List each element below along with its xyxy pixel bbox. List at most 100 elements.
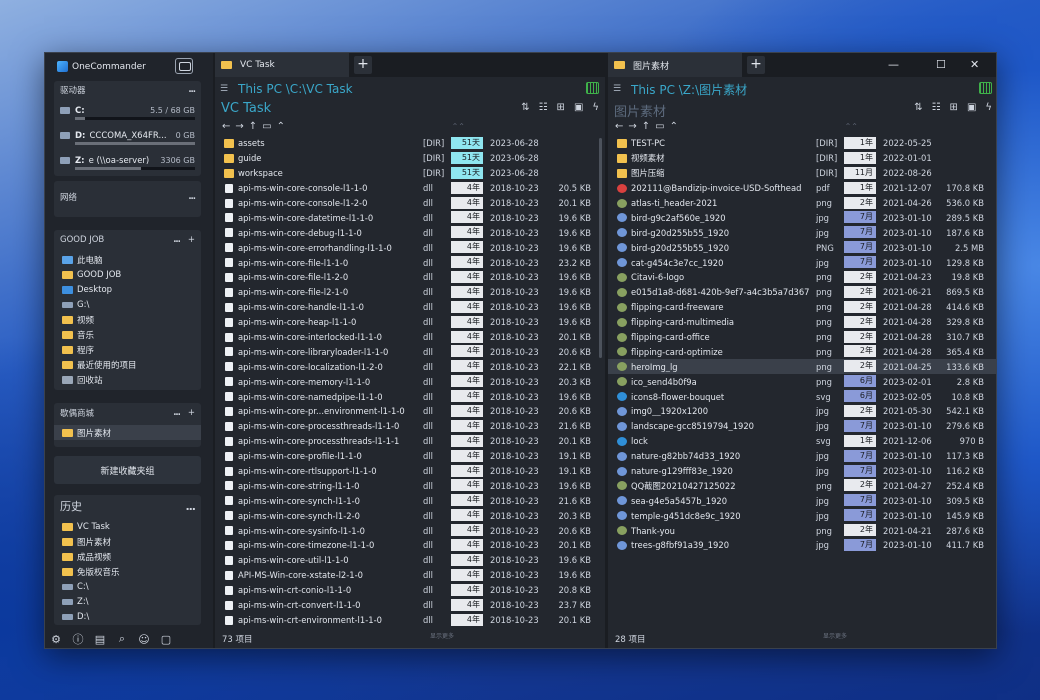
left-menu-icon[interactable]: ☰	[220, 84, 232, 94]
table-row[interactable]: guide [DIR] 51天 2023-06-28	[215, 151, 605, 166]
table-row[interactable]: lock svg 1年 2021-12-06 970 B	[608, 434, 996, 449]
table-row[interactable]: assets [DIR] 51天 2023-06-28	[215, 136, 605, 151]
table-row[interactable]: api-ms-win-core-processthreads-l1-1-1 dll…	[215, 434, 605, 449]
left-tab[interactable]: VC Task	[215, 53, 349, 77]
list-item[interactable]: Desktop	[54, 282, 201, 297]
back-icon[interactable]: ←	[222, 121, 230, 132]
clipboard-icon[interactable]: ▣	[967, 102, 976, 113]
table-row[interactable]: api-ms-win-core-datetime-l1-1-0 dll 4年 2018…	[215, 210, 605, 225]
list-item[interactable]: 回收站	[54, 372, 201, 387]
table-row[interactable]: api-ms-win-core-synch-l1-2-0 dll 4年 2018-10…	[215, 508, 605, 523]
list-item[interactable]: 最近使用的项目	[54, 357, 201, 372]
new-item-icon[interactable]: ⊞	[557, 102, 565, 113]
table-row[interactable]: e015d1a8-d681-420b-9ef7-a4c3b5a7d367 png 2…	[608, 285, 996, 300]
clipboard-icon[interactable]: ▣	[574, 102, 583, 113]
table-row[interactable]: Citavi-6-logo png 2年 2021-04-23 19.8 KB	[608, 270, 996, 285]
table-row[interactable]: api-ms-win-core-string-l1-1-0 dll 4年 2018-1…	[215, 478, 605, 493]
right-new-tab-button[interactable]: +	[747, 56, 765, 74]
table-row[interactable]: TEST-PC [DIR] 1年 2022-05-25	[608, 136, 996, 151]
drive-item[interactable]: Z: e (\\oa-server) 3306 GB	[54, 148, 201, 173]
network-menu-button[interactable]: ...	[188, 192, 196, 202]
sort-icon[interactable]: ⇅	[521, 102, 529, 113]
table-row[interactable]: temple-g451dc8e9c_1920 jpg 7月 2023-01-10 145…	[608, 508, 996, 523]
chat-icon[interactable]: ▢	[160, 633, 172, 646]
table-row[interactable]: 202111@Bandizip-invoice-USD-Softhead pdf 1…	[608, 181, 996, 196]
table-row[interactable]: api-ms-win-core-pr...environment-l1-1-0 d…	[215, 404, 605, 419]
folder-nav-icon[interactable]: ▭	[655, 121, 664, 132]
table-row[interactable]: api-ms-win-core-rtlsupport-l1-1-0 dll 4年 20…	[215, 464, 605, 479]
table-row[interactable]: api-ms-win-core-interlocked-l1-1-0 dll 4年 2…	[215, 330, 605, 345]
up-icon[interactable]: ↑	[642, 121, 650, 132]
new-favorite-group-button[interactable]: 新建收藏夹组	[54, 456, 201, 484]
list-item[interactable]: 程序	[54, 342, 201, 357]
forward-icon[interactable]: →	[628, 121, 636, 132]
list-item[interactable]: Z:\	[54, 594, 201, 609]
drive-item[interactable]: C: 5.5 / 68 GB	[54, 98, 201, 123]
table-row[interactable]: api-ms-win-core-sysinfo-l1-1-0 dll 4年 2018-…	[215, 523, 605, 538]
table-row[interactable]: api-ms-win-crt-environment-l1-1-0 dll 4年 20…	[215, 613, 605, 628]
table-row[interactable]: 图片压缩 [DIR] 11月 2022-08-26	[608, 166, 996, 181]
table-row[interactable]: api-ms-win-core-namedpipe-l1-1-0 dll 4年 201…	[215, 389, 605, 404]
table-row[interactable]: trees-g8fbf91a39_1920 jpg 7月 2023-01-10 411.…	[608, 538, 996, 553]
sort-icon[interactable]: ⇅	[914, 102, 922, 113]
left-path[interactable]: This PC \C:\VC Task	[238, 82, 353, 96]
table-row[interactable]: api-ms-win-core-console-l1-1-0 dll 4年 2018-…	[215, 181, 605, 196]
list-item[interactable]: C:\	[54, 579, 201, 594]
table-row[interactable]: nature-g129fff83e_1920 jpg 7月 2023-01-10 116…	[608, 464, 996, 479]
list-item[interactable]: 图片素材	[54, 534, 201, 549]
left-address-bar[interactable]: ☰ This PC \C:\VC Task	[215, 79, 605, 99]
table-row[interactable]: api-ms-win-core-file-l1-2-0 dll 4年 2018-10-…	[215, 270, 605, 285]
list-view-icon[interactable]: ☷	[932, 102, 941, 113]
goodjob-menu-button[interactable]: ...	[173, 235, 181, 245]
list-item[interactable]: G:\	[54, 297, 201, 312]
left-show-more[interactable]: 显示更多	[430, 631, 454, 640]
table-row[interactable]: api-ms-win-core-localization-l1-2-0 dll 4年…	[215, 359, 605, 374]
table-row[interactable]: api-ms-win-core-libraryloader-l1-1-0 dll 4…	[215, 344, 605, 359]
collapse-icon[interactable]: ⌃	[277, 121, 285, 132]
table-row[interactable]: cat-g454c3e7cc_1920 jpg 7月 2023-01-10 129.8 …	[608, 255, 996, 270]
table-row[interactable]: api-ms-win-core-timezone-l1-1-0 dll 4年 2018…	[215, 538, 605, 553]
table-row[interactable]: atlas-ti_header-2021 png 2年 2021-04-26 536.0…	[608, 196, 996, 211]
drives-menu-button[interactable]: ...	[188, 85, 196, 95]
table-row[interactable]: flipping-card-optimize png 2年 2021-04-28 365…	[608, 344, 996, 359]
table-row[interactable]: icons8-flower-bouquet svg 6月 2023-02-05 10.8…	[608, 389, 996, 404]
up-icon[interactable]: ↑	[249, 121, 257, 132]
close-button[interactable]: ✕	[970, 53, 979, 75]
new-item-icon[interactable]: ⊞	[950, 102, 958, 113]
user-icon[interactable]: ☺	[138, 633, 150, 646]
table-row[interactable]: API-MS-Win-core-xstate-l2-1-0 dll 4年 2018-1…	[215, 568, 605, 583]
list-item[interactable]: 音乐	[54, 327, 201, 342]
right-menu-icon[interactable]: ☰	[613, 84, 625, 94]
table-row[interactable]: api-ms-win-core-file-l2-1-0 dll 4年 2018-10-…	[215, 285, 605, 300]
list-item[interactable]: D:\	[54, 609, 201, 624]
search-icon[interactable]: ⌕	[116, 632, 128, 646]
right-show-more[interactable]: 显示更多	[823, 631, 847, 640]
table-row[interactable]: api-ms-win-core-errorhandling-l1-1-0 dll 4…	[215, 240, 605, 255]
table-row[interactable]: 视频素材 [DIR] 1年 2022-01-01	[608, 151, 996, 166]
left-new-tab-button[interactable]: +	[354, 56, 372, 74]
sidebar-toggle-button[interactable]	[175, 58, 193, 74]
table-row[interactable]: ico_send4b0f9a png 6月 2023-02-01 2.8 KB	[608, 374, 996, 389]
folder-nav-icon[interactable]: ▭	[262, 121, 271, 132]
list-item[interactable]: 图片素材	[54, 425, 201, 440]
history-menu-button[interactable]: ...	[185, 500, 196, 513]
favs-add-button[interactable]: +	[188, 408, 195, 418]
table-row[interactable]: api-ms-win-core-handle-l1-1-0 dll 4年 2018-1…	[215, 300, 605, 315]
layout-icon[interactable]: ▤	[94, 633, 106, 646]
list-item[interactable]: 免版权音乐	[54, 564, 201, 579]
table-row[interactable]: api-ms-win-crt-convert-l1-1-0 dll 4年 2018-1…	[215, 598, 605, 613]
list-view-icon[interactable]: ☷	[539, 102, 548, 113]
table-row[interactable]: sea-g4e5a5457b_1920 jpg 7月 2023-01-10 309.5 …	[608, 493, 996, 508]
minimize-button[interactable]: —	[888, 53, 899, 75]
table-row[interactable]: flipping-card-office png 2年 2021-04-28 310.7…	[608, 330, 996, 345]
maximize-button[interactable]: ☐	[936, 53, 946, 75]
list-item[interactable]: GOOD JOB	[54, 267, 201, 282]
table-row[interactable]: bird-g20d255b55_1920 jpg 7月 2023-01-10 187.6…	[608, 225, 996, 240]
table-row[interactable]: api-ms-win-core-memory-l1-1-0 dll 4年 2018-1…	[215, 374, 605, 389]
right-tab[interactable]: 图片素材	[608, 53, 742, 77]
table-row[interactable]: api-ms-win-core-console-l1-2-0 dll 4年 2018-…	[215, 196, 605, 211]
table-row[interactable]: api-ms-win-core-file-l1-1-0 dll 4年 2018-10-…	[215, 255, 605, 270]
flash-icon[interactable]: ϟ	[592, 102, 599, 113]
table-row[interactable]: api-ms-win-core-profile-l1-1-0 dll 4年 2018-…	[215, 449, 605, 464]
list-item[interactable]: 此电脑	[54, 252, 201, 267]
